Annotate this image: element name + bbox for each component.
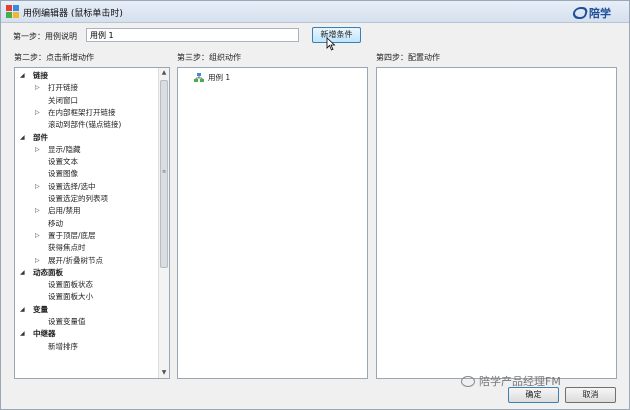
action-tree-panel[interactable]: ◢ 链接 ▷ 打开链接关闭窗口 ▷ 在内部框架打开链接 滚动到部件(锚点链接) ◢ 部件 ▷ 显示/… [14, 67, 170, 379]
window-title: 用例编辑器 (鼠标单击时) [23, 9, 123, 19]
tree-label: 在内部框架打开链接 [48, 107, 116, 117]
step2-label: 第二步：点击新增动作 [14, 53, 94, 62]
tree-label: 中继器 [33, 329, 56, 339]
organize-actions-panel[interactable]: 用例 1 [177, 67, 368, 379]
triangle-down-icon[interactable]: ◢ [20, 328, 28, 340]
scroll-grip-icon: ≡ [162, 169, 167, 175]
ok-button[interactable]: 确定 [508, 387, 559, 403]
app-icon [6, 5, 19, 18]
tree-label: 设置选择/选中 [48, 181, 96, 191]
tree-label: 打开链接 [48, 83, 78, 93]
tree-label: 展开/折叠树节点 [48, 255, 104, 265]
title-bar: 用例编辑器 (鼠标单击时) 陪学 [1, 1, 629, 23]
tree-label: 动态面板 [33, 267, 63, 277]
tree-label: 获得焦点时 [48, 243, 86, 253]
wechat-icon [461, 376, 475, 387]
tree-label: 设置面板状态 [48, 280, 93, 290]
tree-label: 设置图像 [48, 169, 78, 179]
step4-label: 第四步：配置动作 [376, 53, 440, 62]
tree-label: 设置变量值 [48, 317, 86, 326]
tree-label: 启用/禁用 [48, 206, 81, 216]
tree-label: 关闭窗口 [48, 95, 78, 105]
tree-label: 显示/隐藏 [48, 144, 81, 154]
triangle-right-icon[interactable]: ▷ [35, 181, 43, 193]
case-description-input[interactable] [86, 28, 299, 42]
brand-text: 陪学 [589, 7, 611, 20]
triangle-down-icon[interactable]: ◢ [20, 304, 28, 316]
triangle-right-icon[interactable]: ▷ [35, 107, 43, 119]
tree-label: 链接 [33, 71, 48, 80]
cancel-button[interactable]: 取消 [565, 387, 616, 403]
step1-label: 第一步：用例说明 [13, 32, 77, 41]
tree-label: 部件 [33, 132, 48, 142]
tree-label: 设置选定的列表项 [48, 194, 108, 203]
brand-logo: 陪学 [571, 5, 611, 21]
brand-mark-icon [571, 7, 589, 19]
triangle-down-icon[interactable]: ◢ [20, 267, 28, 279]
tree-label: 设置面板大小 [48, 292, 93, 302]
step3-label: 第三步：组织动作 [177, 53, 241, 62]
add-condition-button[interactable]: 新增条件 [312, 27, 361, 43]
triangle-right-icon[interactable]: ▷ [35, 205, 43, 217]
triangle-right-icon[interactable]: ▷ [35, 255, 43, 267]
triangle-down-icon[interactable]: ◢ [20, 70, 28, 82]
configure-action-panel[interactable] [376, 67, 617, 379]
case-editor-window: 用例编辑器 (鼠标单击时) 陪学 第一步：用例说明 新增条件 第二步：点击新增动… [0, 0, 630, 410]
tree-label: 滚动到部件(锚点链接) [48, 120, 122, 130]
triangle-right-icon[interactable]: ▷ [35, 230, 43, 242]
tree-label: 置于顶层/底层 [48, 230, 96, 240]
vertical-scrollbar[interactable]: ▲ ≡ ▼ [158, 68, 169, 378]
scroll-down-icon[interactable]: ▼ [159, 368, 169, 378]
case-node-label: 用例 1 [208, 73, 231, 82]
scroll-up-icon[interactable]: ▲ [159, 68, 169, 78]
triangle-down-icon[interactable]: ◢ [20, 132, 28, 144]
tree-label: 新增排序 [48, 341, 78, 351]
triangle-right-icon[interactable]: ▷ [35, 144, 43, 156]
case-tree-icon [194, 73, 204, 82]
tree-label: 变量 [33, 304, 48, 314]
mouse-cursor-icon [326, 37, 336, 51]
triangle-right-icon[interactable]: ▷ [35, 82, 43, 94]
tree-label: 移动 [48, 218, 63, 228]
scroll-thumb[interactable]: ≡ [160, 80, 168, 268]
tree-label: 设置文本 [48, 157, 78, 167]
